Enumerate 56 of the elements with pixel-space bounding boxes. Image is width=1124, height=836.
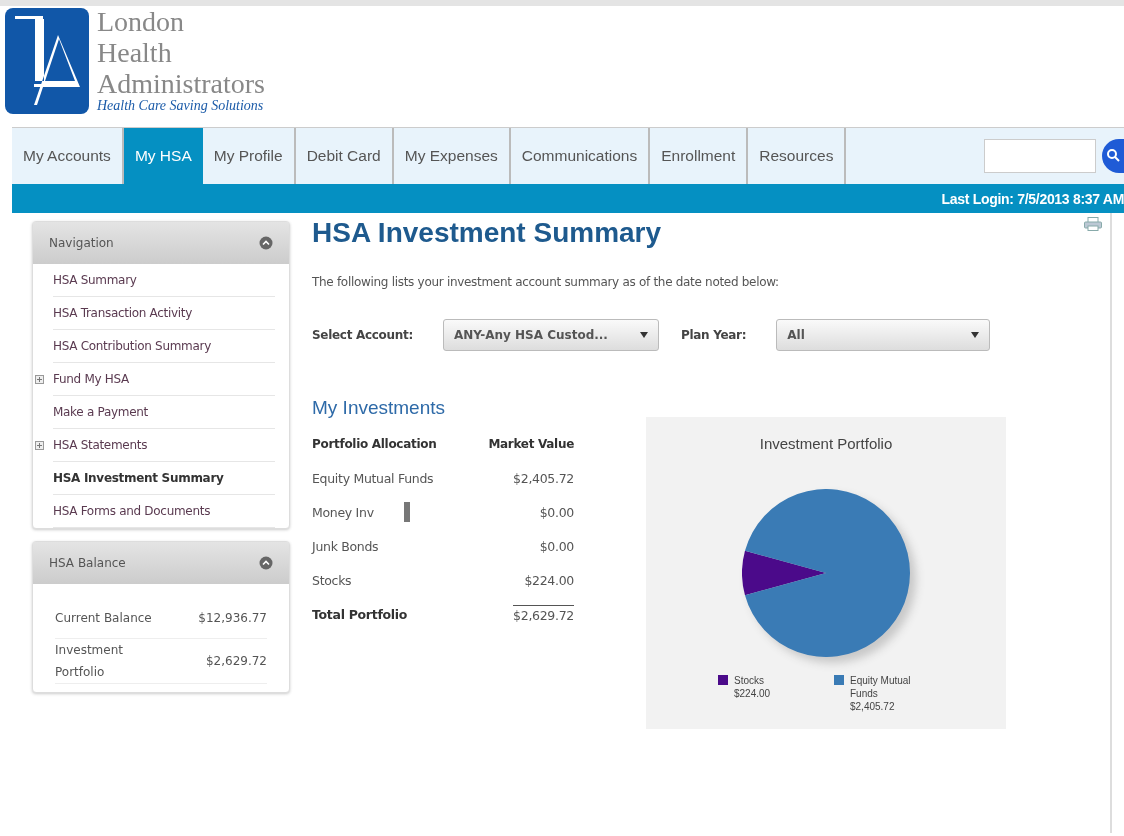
search-icon (1106, 147, 1120, 162)
expand-icon[interactable] (35, 440, 44, 450)
table-cell: Money Inv (312, 504, 374, 520)
filter-label: Plan Year: (680, 328, 747, 342)
column-header: Market Value (488, 437, 574, 451)
expand-icon[interactable] (35, 374, 44, 384)
legend-value: $224.00 (734, 688, 771, 699)
nav-tab[interactable]: My HSA (123, 128, 203, 184)
balance-label: Current Balance (55, 610, 153, 627)
legend-value: $2,405.72 (850, 701, 895, 712)
filter-label: Select Account: (312, 328, 413, 342)
nav-link[interactable]: HSA Statements (53, 438, 148, 452)
logo-text: London (97, 6, 186, 37)
nav-link[interactable]: HSA Transaction Activity (53, 306, 193, 320)
table-cell: $0.00 (539, 538, 574, 554)
print-icon[interactable] (1084, 217, 1102, 231)
nav-link[interactable]: HSA Investment Summary (53, 471, 224, 485)
page-title: HSA Investment Summary (312, 217, 662, 249)
table-cell: Equity Mutual Funds (312, 470, 434, 486)
intro-text: The following lists your investment account summary as of the date noted below: (312, 275, 780, 289)
collapse-icon[interactable] (259, 556, 273, 570)
last-login-text: Last Login: 7/5/2013 8:37 AM (941, 190, 1124, 207)
caret-icon (971, 332, 980, 338)
balance-label: Investment Portfolio (55, 642, 124, 681)
search-button[interactable] (1102, 139, 1124, 173)
search-field[interactable] (984, 139, 1096, 173)
balance-value: $2,629.72 (205, 654, 267, 668)
collapse-icon[interactable] (259, 236, 273, 250)
table-cell: $224.00 (524, 572, 574, 588)
chart-title: Investment Portfolio (759, 435, 893, 452)
section-title: My Investments (312, 397, 447, 419)
nav-link[interactable]: HSA Forms and Documents (53, 504, 211, 518)
panel-title: HSA Balance (49, 556, 126, 570)
logo-tagline: Health Care Saving Solutions (97, 99, 265, 113)
table-cell: $2,405.72 (513, 470, 574, 486)
dropdown[interactable]: ANY-Any HSA Custod... (442, 319, 659, 351)
table-cell: $2,629.72 (513, 605, 574, 623)
legend-label: Stocks (734, 675, 764, 686)
column-header: Portfolio Allocation (312, 437, 437, 451)
nav-link[interactable]: Make a Payment (53, 405, 148, 419)
caret-icon (639, 332, 648, 338)
panel-title: Navigation (49, 236, 114, 250)
table-cell: Junk Bonds (312, 538, 379, 554)
logo-text: Health (97, 37, 173, 68)
nav-link[interactable]: HSA Summary (53, 273, 137, 287)
legend-label: Equity Mutual Funds (850, 675, 911, 699)
table-cell: $0.00 (539, 504, 574, 520)
marker-bar (403, 502, 410, 522)
logo-text: Administrators (97, 68, 265, 99)
nav-link[interactable]: Fund My HSA (53, 372, 129, 386)
dropdown[interactable]: All (776, 319, 991, 351)
balance-value: $12,936.77 (198, 611, 267, 625)
nav-link[interactable]: HSA Contribution Summary (53, 339, 211, 353)
table-cell: Stocks (312, 572, 352, 588)
table-cell: Total Portfolio (312, 606, 408, 622)
logo-mark-icon (5, 8, 89, 114)
